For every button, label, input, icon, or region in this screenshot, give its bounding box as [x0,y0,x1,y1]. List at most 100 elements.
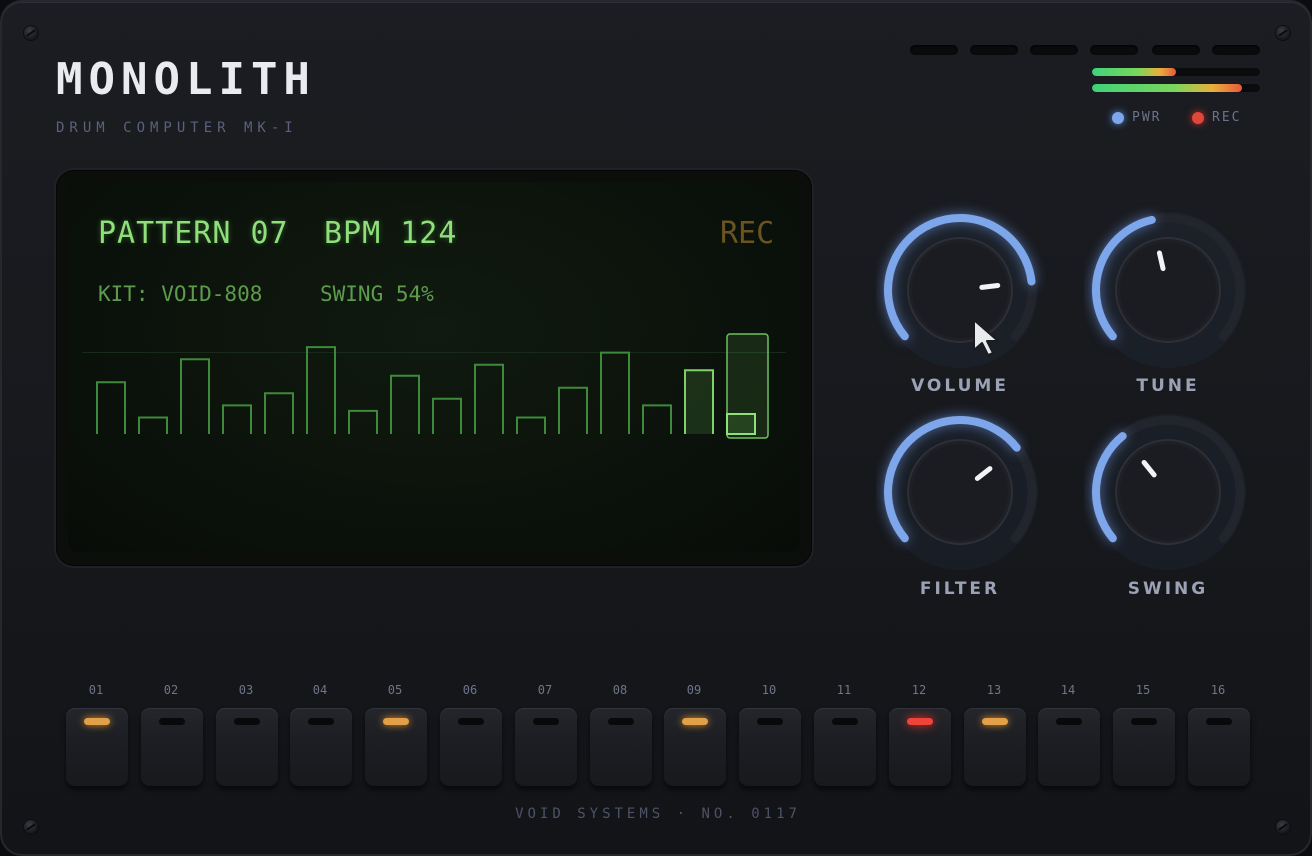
vent-slot [910,45,958,55]
vent-slot [1090,45,1138,55]
volume-knob-icon [882,212,1038,368]
brand-subtitle: DRUM COMPUTER MK-I [56,120,298,136]
volume-knob[interactable] [876,198,1046,368]
sequencer-bar [138,416,168,434]
sequencer-bar [96,381,126,434]
sequencer-bar [600,351,630,434]
swing-knob[interactable] [1084,400,1254,570]
step-number: 06 [462,683,478,697]
pwr-indicator: PWR [1112,110,1161,125]
power-led-icon [1112,111,1124,124]
sequencer-bar [264,392,294,434]
sequencer-bar [642,404,672,434]
step-led-icon [1056,718,1082,725]
filter-knob[interactable] [876,400,1046,570]
screw-icon [24,820,38,834]
drum-machine-panel: MONOLITH DRUM COMPUTER MK-I PWR REC PATT… [0,0,1312,856]
record-led-icon [1192,111,1204,124]
rec-label: REC [1212,110,1242,125]
sequencer-bar [306,346,336,434]
filter-knob-icon [882,414,1038,570]
step-number: 08 [612,683,628,697]
level-meter-fill [1092,68,1176,76]
sequencer-bar [390,374,420,434]
sequencer-bar [348,409,378,434]
sequencer-bar [684,369,714,434]
step-led-icon [383,718,409,725]
step-led-icon [757,718,783,725]
mouse-cursor-icon [973,319,999,356]
step-pad-16[interactable] [1188,708,1250,786]
step-led-icon [308,718,334,725]
step-number: 11 [836,683,852,697]
step-pad-09[interactable] [664,708,726,786]
footer-serial: VOID SYSTEMS · NO. 0117 [515,806,801,822]
volume-knob-label: VOLUME [911,376,1009,396]
step-pad-08[interactable] [590,708,652,786]
step-number: 16 [1210,683,1226,697]
step-led-icon [234,718,260,725]
step-pad-04[interactable] [290,708,352,786]
tune-knob-label: TUNE [1136,376,1200,396]
step-number: 10 [761,683,777,697]
step-pad-02[interactable] [141,708,203,786]
sequencer-bar [558,386,588,434]
step-led-icon [533,718,559,725]
step-led-icon [1131,718,1157,725]
step-pad-15[interactable] [1113,708,1175,786]
tune-knob[interactable] [1084,198,1254,368]
lcd-display: PATTERN 07 BPM 124 REC KIT: VOID-808 SWI… [68,182,800,552]
step-pad-14[interactable] [1038,708,1100,786]
step-pad-06[interactable] [440,708,502,786]
step-led-icon [608,718,634,725]
step-number: 04 [312,683,328,697]
screw-icon [1276,820,1290,834]
step-number: 15 [1135,683,1151,697]
step-pad-03[interactable] [216,708,278,786]
vent-slot [1152,45,1200,55]
step-pad-12[interactable] [889,708,951,786]
step-pad-11[interactable] [814,708,876,786]
sequencer-bar [432,397,462,434]
step-number: 05 [387,683,403,697]
step-led-icon [832,718,858,725]
step-led-icon [907,718,933,725]
step-pad-13[interactable] [964,708,1026,786]
screw-icon [24,26,38,40]
step-led-icon [458,718,484,725]
sequencer-bar [222,404,252,434]
step-pad-10[interactable] [739,708,801,786]
sequencer-bar [474,363,504,434]
step-number: 07 [537,683,553,697]
sequencer-bar [516,416,546,434]
step-number: 02 [163,683,179,697]
step-led-icon [982,718,1008,725]
level-meter-fill [1092,84,1242,92]
tune-knob-icon [1090,212,1246,368]
filter-knob-label: FILTER [919,579,1001,599]
step-led-icon [84,718,110,725]
step-number: 12 [911,683,927,697]
level-meter-left [1092,68,1260,76]
screw-icon [1276,26,1290,40]
step-number: 03 [238,683,254,697]
step-led-icon [682,718,708,725]
rec-indicator: REC [1192,110,1241,125]
swing-knob-icon [1090,414,1246,570]
pwr-label: PWR [1132,110,1162,125]
vent-slot [1212,45,1260,55]
brand-title: MONOLITH [56,54,316,105]
vent-slot [1030,45,1078,55]
level-meter-right [1092,84,1260,92]
step-number: 01 [88,683,104,697]
sequencer-bars [96,333,769,439]
sequencer-bar [180,358,210,434]
step-pad-01[interactable] [66,708,128,786]
step-led-icon [1206,718,1232,725]
step-number: 13 [986,683,1002,697]
step-pad-07[interactable] [515,708,577,786]
sequencer-bar [726,413,756,435]
step-number: 14 [1060,683,1076,697]
step-led-icon [159,718,185,725]
step-pad-05[interactable] [365,708,427,786]
